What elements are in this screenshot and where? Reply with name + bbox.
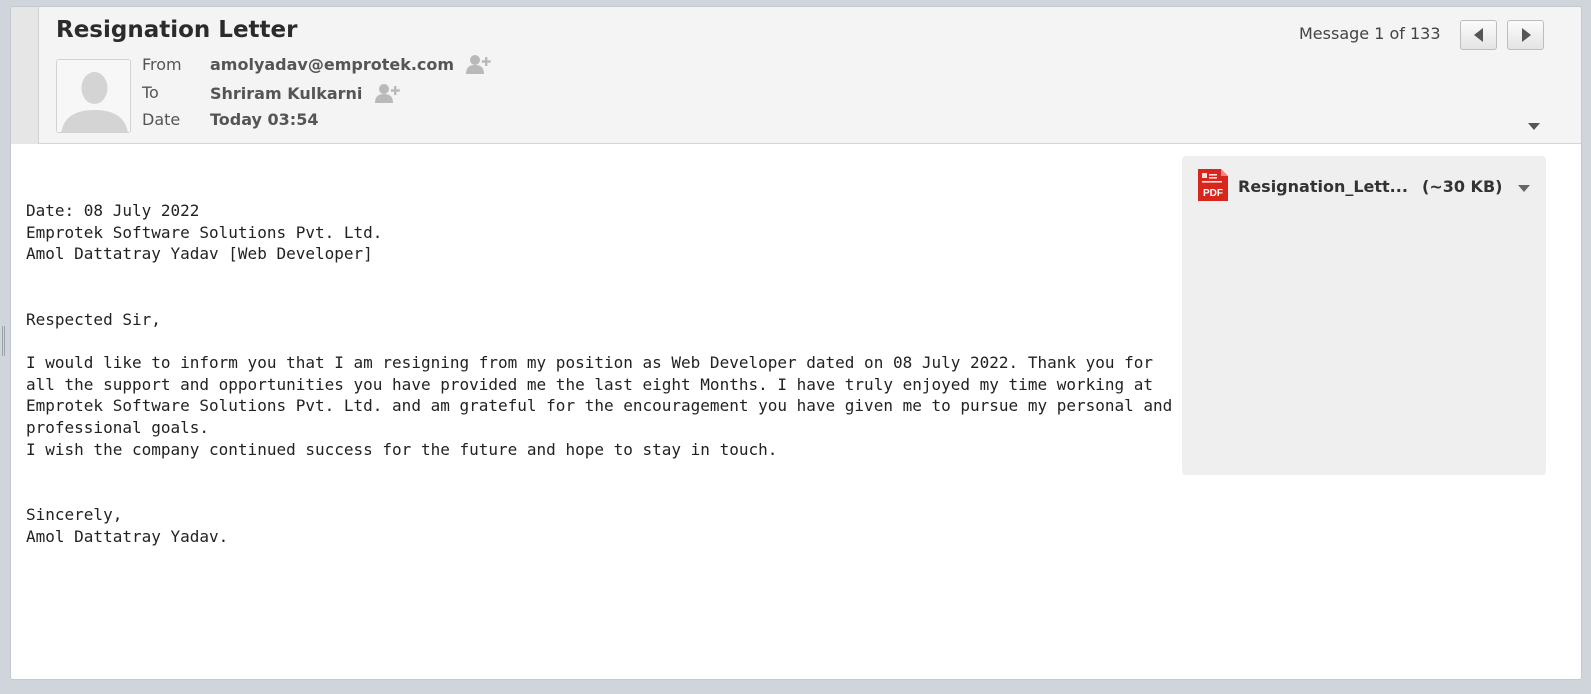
- attachments-panel: PDF Resignation_Lett... (~30 KB): [1182, 156, 1546, 475]
- message-subject: Resignation Letter: [56, 17, 298, 43]
- to-recipient[interactable]: Shriram Kulkarni: [210, 84, 362, 103]
- header-side-strip: [11, 7, 39, 144]
- previous-message-button[interactable]: [1460, 20, 1497, 50]
- attachment-menu-caret-icon[interactable]: [1518, 185, 1530, 192]
- to-label: To: [142, 83, 159, 102]
- add-contact-to-icon[interactable]: [374, 82, 402, 104]
- attachment-filename[interactable]: Resignation_Lett...: [1238, 177, 1408, 196]
- triangle-right-icon: [1521, 28, 1531, 42]
- pdf-icon-label: PDF: [1203, 188, 1223, 199]
- add-contact-from-icon[interactable]: [465, 53, 493, 75]
- attachment-size: (~30 KB): [1422, 177, 1503, 196]
- sender-avatar-icon: [56, 59, 131, 133]
- next-message-button[interactable]: [1507, 20, 1544, 50]
- date-value: Today 03:54: [210, 110, 319, 129]
- from-label: From: [142, 55, 182, 74]
- date-label: Date: [142, 110, 181, 129]
- from-address[interactable]: amolyadav@emprotek.com: [210, 55, 454, 74]
- pdf-icon[interactable]: PDF: [1195, 168, 1229, 202]
- pane-resize-handle[interactable]: [2, 326, 5, 356]
- message-counter: Message 1 of 133: [1299, 24, 1441, 43]
- message-body: Date: 08 July 2022 Emprotek Software Sol…: [26, 201, 1173, 546]
- header-expand-caret-icon[interactable]: [1528, 123, 1540, 130]
- message-view: Resignation Letter From amolyadav@emprot…: [10, 6, 1582, 680]
- message-header: Resignation Letter From amolyadav@emprot…: [11, 7, 1581, 144]
- triangle-left-icon: [1473, 28, 1483, 42]
